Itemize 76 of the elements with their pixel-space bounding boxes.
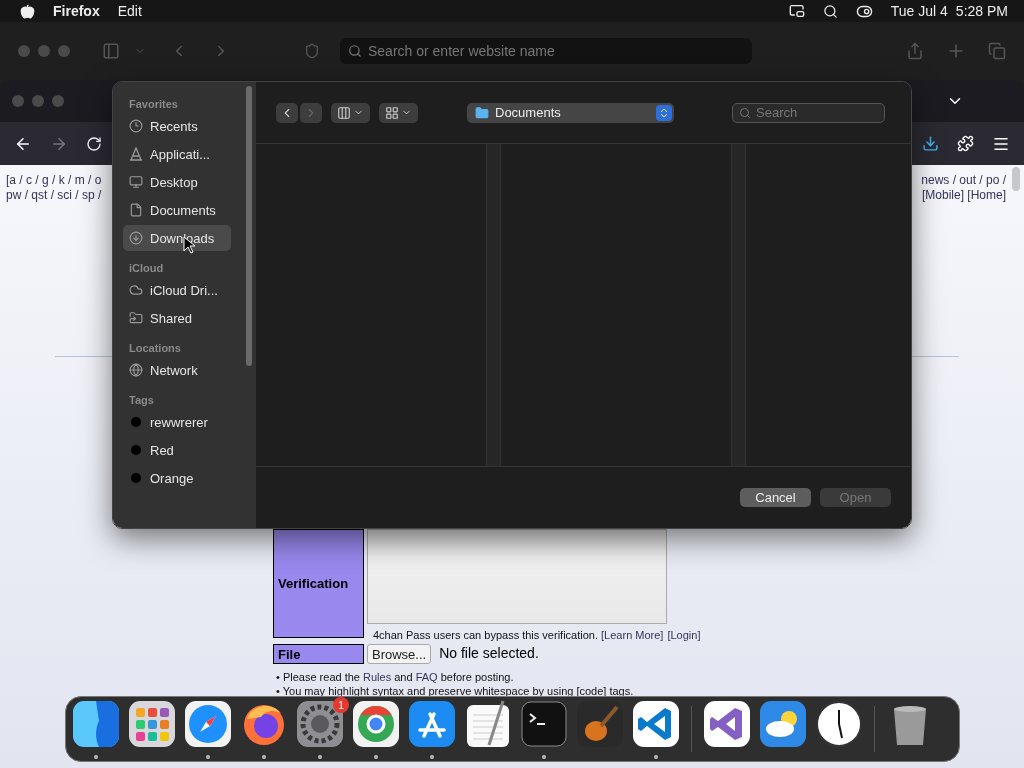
gear-icon[interactable] (295, 699, 345, 749)
tricolor-ring-icon[interactable] (351, 699, 401, 749)
folder-icon (475, 105, 489, 120)
apple-icon[interactable] (20, 3, 35, 19)
back-button[interactable] (276, 102, 298, 123)
sidebar-item[interactable]: Network (123, 357, 231, 383)
tag-dot (131, 445, 141, 455)
app-grid-icon[interactable] (127, 699, 177, 749)
document-icon (129, 203, 143, 217)
sidebar-item[interactable]: Desktop (123, 169, 231, 195)
search-icon[interactable] (822, 3, 838, 19)
column-view-button[interactable] (331, 102, 370, 123)
notification-badge: 1 (333, 697, 349, 713)
text-link[interactable]: [Learn More] (601, 629, 664, 641)
sidebar-item[interactable]: Applicati... (123, 141, 231, 167)
folder-icon (129, 311, 143, 325)
browse-button[interactable]: Browse... (367, 644, 432, 664)
compass-icon[interactable] (183, 699, 233, 749)
scrollbar-thumb[interactable] (246, 86, 252, 366)
sidebar-item[interactable]: iCloud Dri... (123, 277, 231, 303)
board-links[interactable]: [a / c / g / k / m / o (6, 173, 102, 187)
posting-note: • Please read the Rules and FAQ before posting. (276, 670, 515, 684)
tag-dot (131, 417, 141, 427)
scrollbar-thumb[interactable] (1012, 167, 1020, 191)
text-link[interactable]: Rules (363, 671, 392, 683)
tag-dot (131, 473, 141, 483)
search-placeholder: Search (756, 105, 798, 120)
download-icon (129, 231, 143, 245)
dialog-button[interactable]: Cancel (740, 488, 811, 507)
form-label: Verification (273, 529, 364, 638)
pass-note: 4chan Pass users can bypass this verification. [Learn More] [Login] (372, 628, 701, 641)
sidebar-heading: iCloud (128, 261, 165, 276)
clock-icon (129, 119, 143, 133)
form-label: File (273, 644, 364, 664)
guitar-icon[interactable] (575, 699, 625, 749)
reload-icon[interactable] (86, 135, 102, 152)
sidebar-item[interactable]: Red (123, 437, 231, 463)
sidebar-item[interactable]: Shared (123, 305, 231, 331)
sidebar-item[interactable]: Orange (123, 465, 231, 491)
board-links[interactable]: news / out / po / (921, 173, 1006, 187)
letter-a-icon (129, 147, 143, 161)
text-link[interactable]: FAQ (415, 671, 438, 683)
file-status: No file selected. (438, 644, 539, 661)
board-links[interactable]: [Mobile] [Home] (921, 188, 1006, 202)
letter-a-icon[interactable] (407, 699, 457, 749)
location-label: Documents (495, 105, 561, 120)
menu-item[interactable]: Edit (117, 3, 142, 19)
cloud-sun-icon[interactable] (758, 699, 808, 749)
extensions-icon[interactable] (957, 135, 974, 152)
text-link[interactable]: [Login] (667, 629, 701, 641)
globe-icon (129, 363, 143, 377)
sidebar-heading: Locations (128, 341, 182, 356)
cloud-icon (129, 283, 143, 297)
window-stack-icon[interactable] (788, 3, 805, 19)
address-field[interactable]: Search or enter website name (340, 38, 752, 64)
ribbon-logo-icon[interactable] (631, 699, 681, 749)
monitor-icon (129, 175, 143, 189)
stepper-icon (656, 104, 672, 121)
sidebar-item[interactable]: Recents (123, 113, 231, 139)
sidebar-item[interactable]: Documents (123, 197, 231, 223)
menu-time[interactable]: 5:28 PM (955, 3, 1008, 19)
sidebar-heading: Tags (128, 393, 155, 408)
search-icon (739, 106, 751, 119)
sidebar-heading: Favorites (128, 97, 179, 112)
sidebar-item[interactable]: rewwrerer (123, 409, 231, 435)
captcha-area[interactable] (367, 529, 667, 624)
menu-date[interactable]: Tue Jul 4 (890, 3, 948, 19)
download-icon[interactable] (922, 135, 939, 152)
columns-icon (337, 105, 351, 120)
grid-view-button[interactable] (379, 102, 418, 123)
terminal-icon[interactable] (519, 699, 569, 749)
location-popup[interactable]: Documents (467, 102, 674, 123)
search-icon (348, 44, 362, 58)
board-links[interactable]: pw / qst / sci / sp / (6, 188, 102, 202)
grid-icon (385, 105, 399, 120)
menu-item[interactable]: Firefox (53, 3, 100, 19)
